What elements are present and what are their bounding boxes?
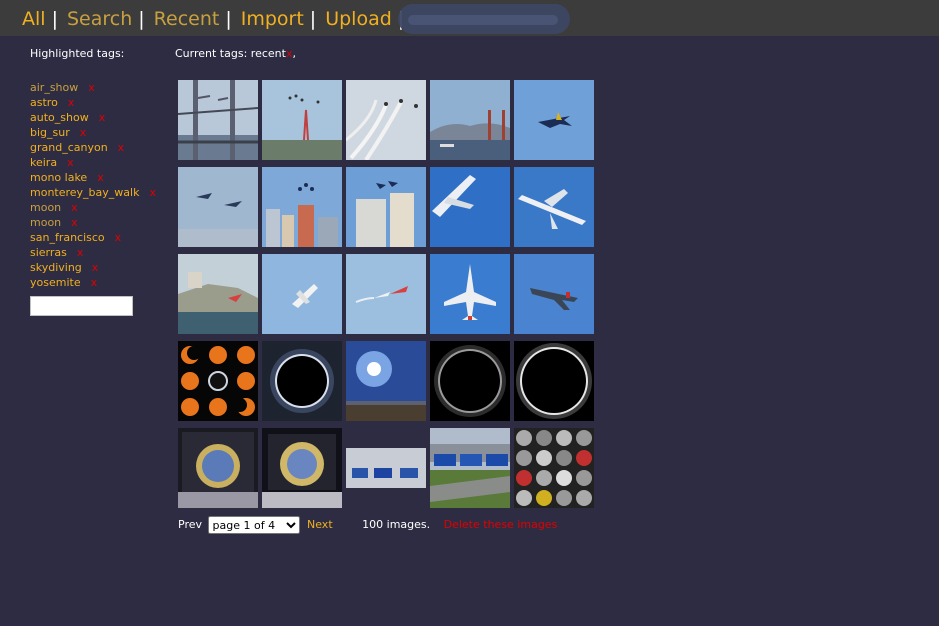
tag-link[interactable]: moon: [30, 216, 61, 229]
tag-row: auto_show x: [30, 110, 156, 125]
thumbnail-blue-cars-showroom[interactable]: [346, 428, 426, 508]
thumbnail-coin-case-2[interactable]: [262, 428, 342, 508]
nav-separator: |: [225, 8, 232, 30]
thumbnail-small-plane[interactable]: [262, 254, 342, 334]
remove-tag-icon[interactable]: x: [115, 231, 122, 244]
nav-upload[interactable]: Upload: [325, 8, 392, 30]
tag-row: astro x: [30, 95, 156, 110]
thumbnail-sutro-tower-jets[interactable]: [262, 80, 342, 160]
delete-images-link[interactable]: Delete these images: [444, 518, 558, 531]
main-nav: All|Search|Recent|Import|Upload|: [22, 8, 413, 30]
tag-row: moon x: [30, 200, 156, 215]
thumbnail-alcatraz-plane[interactable]: [178, 254, 258, 334]
nav-separator: |: [138, 8, 145, 30]
tag-link[interactable]: sierras: [30, 246, 67, 259]
remove-tag-icon[interactable]: x: [77, 246, 84, 259]
prev-page-label: Prev: [178, 518, 202, 531]
current-tags-label: Current tags:: [175, 47, 248, 60]
thumbnail-coin-case[interactable]: [178, 428, 258, 508]
thumbnail-eclipse-dark[interactable]: [430, 341, 510, 421]
current-tags: Current tags: recentx,: [175, 46, 296, 62]
tag-link[interactable]: auto_show: [30, 111, 89, 124]
tag-link[interactable]: air_show: [30, 81, 78, 94]
remove-tag-icon[interactable]: x: [149, 186, 156, 199]
remove-tag-icon[interactable]: x: [88, 81, 95, 94]
thumbnail-wheel-rims-wall[interactable]: [514, 428, 594, 508]
nav-recent[interactable]: Recent: [154, 8, 220, 30]
remove-tag-icon[interactable]: x: [91, 276, 98, 289]
tag-row: yosemite x: [30, 275, 156, 290]
tag-row: air_show x: [30, 80, 156, 95]
tag-row: skydiving x: [30, 260, 156, 275]
remove-tag-icon[interactable]: x: [97, 171, 104, 184]
highlighted-tags-title: Highlighted tags:: [30, 47, 125, 60]
tag-row: san_francisco x: [30, 230, 156, 245]
next-page-link[interactable]: Next: [307, 518, 333, 531]
remove-tag-icon[interactable]: x: [71, 201, 78, 214]
tag-link[interactable]: mono lake: [30, 171, 87, 184]
thumbnail-airliner-blue[interactable]: [514, 167, 594, 247]
tag-row: big_sur x: [30, 125, 156, 140]
remove-tag-icon[interactable]: x: [99, 111, 106, 124]
thumbnail-bridge-airshow[interactable]: [178, 80, 258, 160]
tag-link[interactable]: moon: [30, 201, 61, 214]
add-tag-input[interactable]: [30, 296, 133, 316]
tag-row: sierras x: [30, 245, 156, 260]
tag-link[interactable]: grand_canyon: [30, 141, 108, 154]
tag-link[interactable]: big_sur: [30, 126, 70, 139]
thumbnail-jet-side[interactable]: [514, 254, 594, 334]
thumbnail-two-planes[interactable]: [346, 254, 426, 334]
tag-row: grand_canyon x: [30, 140, 156, 155]
thumbnail-jet-blue-sky[interactable]: [514, 80, 594, 160]
thumbnail-f16-front[interactable]: [430, 254, 510, 334]
thumbnail-smoke-trails[interactable]: [346, 80, 426, 160]
nav-all[interactable]: All: [22, 8, 46, 30]
remove-tag-icon[interactable]: x: [71, 216, 78, 229]
nav-separator: |: [309, 8, 317, 30]
image-count: 100 images.: [362, 518, 431, 531]
tag-row: monterey_bay_walk x: [30, 185, 156, 200]
thumbnail-two-jets-haze[interactable]: [178, 167, 258, 247]
top-navigation-bar: All|Search|Recent|Import|Upload|: [0, 0, 939, 36]
thumbnail-airliner-closeup[interactable]: [430, 167, 510, 247]
tag-row: mono lake x: [30, 170, 156, 185]
current-tag-name: recent: [250, 47, 286, 60]
nav-separator: |: [51, 8, 58, 30]
remove-tag-icon[interactable]: x: [68, 96, 75, 109]
tag-link[interactable]: monterey_bay_walk: [30, 186, 139, 199]
redacted-user-area: [398, 4, 570, 34]
nav-search[interactable]: Search: [67, 8, 132, 30]
remove-tag-icon[interactable]: x: [67, 156, 74, 169]
remove-tag-icon[interactable]: x: [118, 141, 125, 154]
thumbnail-sun-horizon[interactable]: [346, 341, 426, 421]
tag-sidebar: Highlighted tags: air_show x astro x auto_…: [30, 46, 156, 316]
highlighted-tag-list: air_show x astro x auto_show x big_sur x gra…: [30, 80, 156, 290]
tag-link[interactable]: astro: [30, 96, 58, 109]
remove-tag-icon[interactable]: x: [80, 126, 87, 139]
nav-import[interactable]: Import: [241, 8, 304, 30]
thumbnail-blue-angels-city[interactable]: [262, 167, 342, 247]
tag-link[interactable]: yosemite: [30, 276, 81, 289]
page-select[interactable]: page 1 of 4: [207, 516, 300, 534]
tag-link[interactable]: skydiving: [30, 261, 82, 274]
thumbnail-eclipse-sequence[interactable]: [178, 341, 258, 421]
thumbnail-eclipse-corona[interactable]: [262, 341, 342, 421]
thumbnail-blue-cars-parking[interactable]: [430, 428, 510, 508]
tag-link[interactable]: keira: [30, 156, 57, 169]
thumbnail-golden-gate-bay[interactable]: [430, 80, 510, 160]
pagination-bar: Prev page 1 of 4 Next 100 images. Delete…: [178, 516, 557, 534]
tag-link[interactable]: san_francisco: [30, 231, 105, 244]
tag-row: keira x: [30, 155, 156, 170]
thumbnail-jets-over-building[interactable]: [346, 167, 426, 247]
tag-row: moon x: [30, 215, 156, 230]
current-tags-comma: ,: [292, 47, 296, 60]
thumbnail-eclipse-ring[interactable]: [514, 341, 594, 421]
remove-tag-icon[interactable]: x: [92, 261, 99, 274]
